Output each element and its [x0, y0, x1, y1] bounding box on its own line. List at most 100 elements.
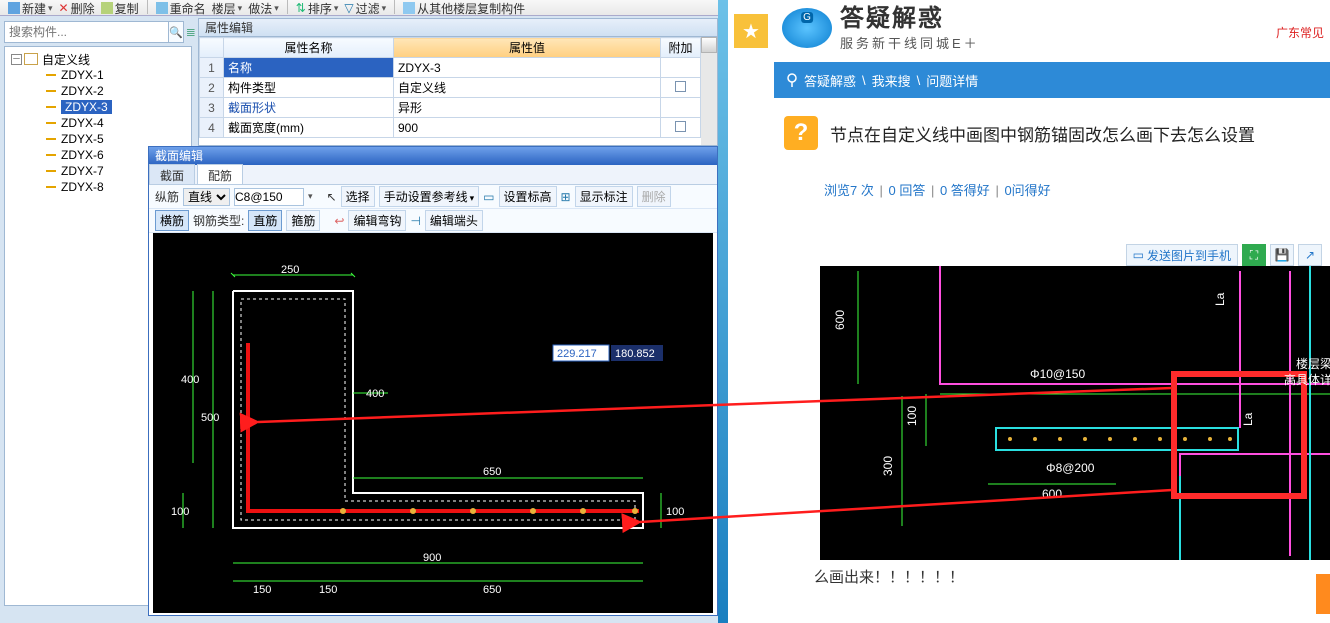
tab-section[interactable]: 截面 — [149, 164, 195, 184]
tree-item[interactable]: ZDYX-2 — [45, 83, 191, 99]
property-row[interactable]: 1名称 — [200, 58, 701, 78]
toolbar-method-button[interactable]: 做法▾ — [248, 0, 279, 16]
toolbar-delete-button[interactable]: ✕ 删除 — [59, 0, 95, 16]
tree-root-row[interactable]: － 自定义线 — [11, 51, 191, 67]
row1-delete-button[interactable]: 删除 — [637, 186, 671, 207]
prop-row-value[interactable] — [394, 58, 661, 78]
location-link[interactable]: 广东常见 — [1276, 24, 1324, 41]
expand-icon: ⛶ — [1250, 248, 1258, 263]
save-image-button[interactable]: 💾 — [1270, 244, 1294, 266]
tree-item-label: ZDYX-6 — [61, 148, 104, 162]
stat-good-answer[interactable]: 0 答得好 — [940, 183, 990, 198]
toolbar-copy-button[interactable]: 复制 — [101, 0, 139, 16]
crumb-root[interactable]: 答疑解惑 — [804, 71, 856, 90]
prop-header-name: 属性名称 — [224, 38, 394, 58]
image-toolbar: ▭ 发送图片到手机 ⛶ 💾 ↗ — [1126, 244, 1322, 266]
crumb-leaf[interactable]: 问题详情 — [926, 71, 978, 90]
checkbox-icon[interactable] — [675, 121, 686, 132]
search-input[interactable] — [4, 21, 169, 43]
toolbar-copy-label: 复制 — [115, 0, 139, 16]
search-icon: 🔍 — [169, 26, 183, 39]
fullscreen-button[interactable]: ⛶ — [1242, 244, 1266, 266]
row2-straight-button[interactable]: 直筋 — [248, 210, 282, 231]
svg-text:600: 600 — [1042, 487, 1062, 501]
toolbar-floor-button[interactable]: 楼层▾ — [212, 0, 243, 16]
property-panel: 属性编辑 属性名称 属性值 附加 1名称2构件类型3截面形状4截面宽度(mm) — [198, 18, 718, 146]
tree-item[interactable]: ZDYX-5 — [45, 131, 191, 147]
tree-item[interactable]: ZDYX-4 — [45, 115, 191, 131]
row2-stirrup-button[interactable]: 箍筋 — [286, 210, 320, 231]
browser-panel: 答疑解惑 服务新干线同城E＋ 广东常见 答疑解惑 \ 我来搜 \ 问题详情 ? … — [774, 0, 1330, 623]
send-to-phone-button[interactable]: ▭ 发送图片到手机 — [1126, 244, 1238, 266]
pin-icon — [784, 72, 800, 88]
scrollbar-thumb[interactable] — [701, 37, 717, 53]
row1-select-button[interactable]: 选择 — [341, 186, 375, 207]
line-icon — [45, 165, 57, 177]
svg-text:Φ8@200: Φ8@200 — [1046, 461, 1095, 475]
row1-manual-ref-button[interactable]: 手动设置参考线 — [379, 186, 480, 207]
row1-mode-select[interactable]: 直线 — [183, 188, 230, 206]
search-aux-button[interactable]: ≣ — [186, 21, 196, 43]
end-icon: ⊣ — [410, 214, 420, 228]
section-editor-tabs: 截面 配筋 — [149, 165, 717, 185]
collapse-icon[interactable]: － — [11, 54, 22, 65]
question-stats: 浏览7 次 | 0 回答 | 0 答得好 | 0问得好 — [824, 180, 1302, 199]
favorite-star[interactable]: ★ — [734, 14, 768, 48]
prop-row-addon[interactable] — [661, 78, 701, 98]
toolbar-sort-button[interactable]: ⇅ 排序▾ — [296, 0, 339, 16]
prop-row-index: 4 — [200, 118, 224, 138]
section-canvas[interactable]: 250 400 400 500 650 100 100 900 150 150 … — [153, 233, 713, 613]
toolbar-new-button[interactable]: 新建▾ — [8, 0, 53, 16]
question-block: ? 节点在自定义线中画图中钢筋锚固改怎么画下去怎么设置 浏览7 次 | 0 回答… — [774, 98, 1330, 211]
toolbar-rename-button[interactable]: 重命名 — [156, 0, 206, 16]
toolbar-copy-from-floor-button[interactable]: 从其他楼层复制构件 — [403, 0, 525, 16]
prop-row-addon[interactable] — [661, 98, 701, 118]
property-scrollbar[interactable] — [701, 37, 717, 145]
crumb-mid[interactable]: 我来搜 — [872, 71, 911, 90]
brand-logo-icon — [782, 8, 832, 48]
property-row[interactable]: 3截面形状 — [200, 98, 701, 118]
svg-text:150: 150 — [253, 584, 271, 596]
search-button[interactable]: 🔍 — [169, 21, 184, 43]
prop-row-addon[interactable] — [661, 58, 701, 78]
row1-set-elev-button[interactable]: 设置标高 — [499, 186, 557, 207]
row1-spec-input[interactable] — [234, 188, 304, 206]
prop-row-value[interactable] — [394, 118, 661, 138]
prop-row-name: 截面宽度(mm) — [224, 118, 394, 138]
copy-icon — [101, 2, 113, 14]
row1-show-anno-button[interactable]: 显示标注 — [575, 186, 633, 207]
prop-row-name: 截面形状 — [224, 98, 394, 118]
property-row[interactable]: 2构件类型 — [200, 78, 701, 98]
prop-value-input[interactable] — [398, 121, 656, 135]
stat-good-question[interactable]: 0问得好 — [1004, 183, 1050, 198]
property-row[interactable]: 4截面宽度(mm) — [200, 118, 701, 138]
section-editor-title: 截面编辑 — [149, 147, 717, 165]
checkbox-icon[interactable] — [675, 81, 686, 92]
prop-value-input[interactable] — [398, 61, 656, 75]
row2-edit-hook-button[interactable]: 编辑弯钩 — [348, 210, 406, 231]
tree-item[interactable]: ZDYX-3 — [45, 99, 191, 115]
tab-rebar[interactable]: 配筋 — [197, 164, 243, 184]
answer-cad-image[interactable]: Φ10@150 Φ8@200 600 600 100 300 La La 楼层梁… — [820, 266, 1330, 560]
row2-label-button[interactable]: 横筋 — [155, 210, 189, 231]
property-panel-title: 属性编辑 — [199, 19, 717, 37]
prop-value-input[interactable] — [398, 100, 656, 114]
tree-item[interactable]: ZDYX-1 — [45, 67, 191, 83]
line-icon — [45, 181, 57, 193]
stat-views: 浏览7 次 — [824, 183, 874, 198]
toolbar-filter-button[interactable]: ▽ 过滤▾ — [344, 0, 386, 16]
svg-text:180.852: 180.852 — [615, 348, 655, 360]
share-image-button[interactable]: ↗ — [1298, 244, 1322, 266]
brand-title: 答疑解惑 — [840, 0, 980, 33]
prop-row-name: 构件类型 — [224, 78, 394, 98]
prop-row-value[interactable] — [394, 98, 661, 118]
prop-value-input[interactable] — [398, 80, 656, 94]
prop-row-addon[interactable] — [661, 118, 701, 138]
row2-edit-end-button[interactable]: 编辑端头 — [425, 210, 483, 231]
main-toolbar: 新建▾ ✕ 删除 复制 重命名 楼层▾ 做法▾ ⇅ 排序▾ ▽ 过滤▾ — [0, 0, 725, 16]
toolbar-sort-label: 排序 — [308, 0, 332, 16]
prop-row-value[interactable] — [394, 78, 661, 98]
stat-answers[interactable]: 0 回答 — [888, 183, 925, 198]
question-title: 节点在自定义线中画图中钢筋锚固改怎么画下去怎么设置 — [830, 121, 1255, 146]
line-icon — [45, 85, 57, 97]
